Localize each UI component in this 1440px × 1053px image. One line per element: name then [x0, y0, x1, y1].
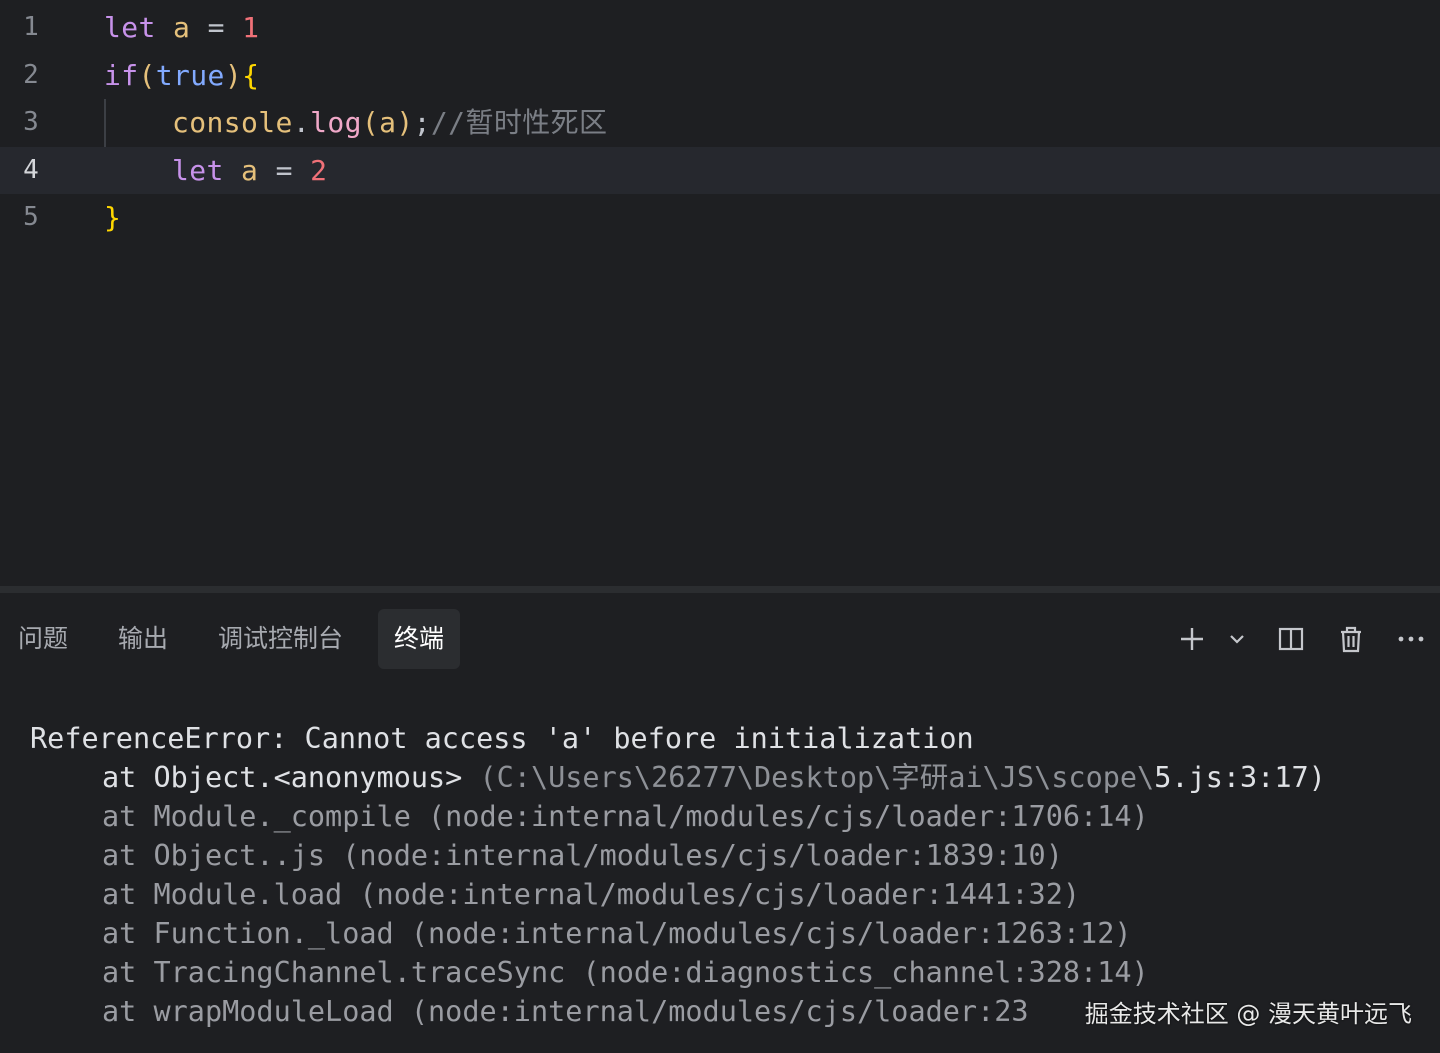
stack-frame: at Function._load (node:internal/modules…	[30, 914, 1430, 953]
stack-fn: at Object.<anonymous>	[102, 761, 463, 794]
stack-fn: at TracingChannel.traceSync	[102, 956, 566, 989]
stack-location: (node:internal/modules/cjs/loader:23	[393, 995, 1029, 1028]
identifier: console	[172, 106, 293, 139]
comment-marker: //	[430, 106, 466, 139]
number-literal: 1	[242, 11, 260, 44]
identifier: a	[173, 11, 191, 44]
panel-actions	[1160, 609, 1440, 669]
stack-location: (C:\Users\26277\Desktop\	[462, 761, 892, 794]
keyword: if	[104, 59, 139, 92]
paren: (	[138, 59, 156, 92]
identifier: a	[379, 106, 397, 139]
stack-frame: at Module.load (node:internal/modules/cj…	[30, 875, 1430, 914]
line-number: 2	[23, 60, 39, 90]
method-name: log	[310, 106, 362, 139]
tab-problems[interactable]: 问题	[2, 609, 84, 669]
identifier: a	[241, 154, 259, 187]
stack-frame: at Object..js (node:internal/modules/cjs…	[30, 836, 1430, 875]
stack-fn: at Module.load	[102, 878, 343, 911]
chevron-down-icon[interactable]	[1222, 624, 1252, 654]
tab-terminal[interactable]: 终端	[378, 609, 461, 669]
code-text: let a = 1	[104, 4, 259, 51]
line-number: 3	[23, 107, 39, 137]
code-line[interactable]: 5 }	[0, 194, 1440, 241]
code-line-current[interactable]: 4 let a = 2	[0, 147, 1440, 194]
tab-output[interactable]: 输出	[102, 609, 184, 669]
comment-text: 暂时性死区	[465, 106, 608, 139]
dot: .	[292, 106, 311, 139]
keyword: let	[172, 154, 224, 187]
code-text: let a = 2	[172, 147, 327, 194]
paren: (	[361, 106, 380, 139]
plus-icon[interactable]	[1177, 624, 1207, 654]
line-number: 5	[23, 202, 39, 232]
line-number: 1	[23, 12, 39, 42]
stack-location-file: 5.js:3:17)	[1154, 761, 1326, 794]
stack-location: (node:internal/modules/cjs/loader:1839:1…	[325, 839, 1063, 872]
boolean-literal: true	[155, 59, 225, 92]
code-text: console.log(a);//暂时性死区	[172, 99, 607, 146]
bottom-panel: 问题 输出 调试控制台 终端 ReferenceError: Cannot ac…	[0, 593, 1440, 1053]
stack-location: (node:internal/modules/cjs/loader:1263:1…	[393, 917, 1132, 950]
stack-frame: at TracingChannel.traceSync (node:diagno…	[30, 953, 1430, 992]
code-line[interactable]: 3 console.log(a);//暂时性死区	[0, 99, 1440, 146]
brace: {	[242, 59, 260, 92]
panel-resize-handle[interactable]	[0, 586, 1440, 593]
line-number: 4	[23, 155, 39, 185]
more-icon[interactable]	[1396, 624, 1426, 654]
code-editor[interactable]: 1 let a = 1 2 if(true){ 3 console.log(a)…	[0, 0, 1440, 586]
stack-frame: at Object.<anonymous> (C:\Users\26277\De…	[30, 758, 1430, 797]
brace: }	[104, 201, 122, 234]
paren: )	[396, 106, 414, 139]
stack-frame: at Module._compile (node:internal/module…	[30, 797, 1430, 836]
stack-location: (node:diagnostics_channel:328:14)	[565, 956, 1149, 989]
paren: )	[224, 59, 243, 92]
stack-location: (node:internal/modules/cjs/loader:1441:3…	[342, 878, 1081, 911]
stack-fn: at Module._compile	[102, 800, 411, 833]
stack-location: ai\JS\scope\	[948, 761, 1155, 794]
stack-location: (node:internal/modules/cjs/loader:1706:1…	[410, 800, 1149, 833]
code-text: if(true){	[104, 52, 259, 99]
code-text: }	[104, 194, 121, 241]
split-icon[interactable]	[1276, 624, 1306, 654]
keyword: let	[104, 11, 156, 44]
code-line[interactable]: 1 let a = 1	[0, 4, 1440, 51]
stack-fn: at wrapModuleLoad	[102, 995, 394, 1028]
operator: =	[207, 11, 225, 44]
stack-location-cjk: 字研	[891, 761, 949, 794]
error-message: ReferenceError: Cannot access 'a' before…	[30, 722, 974, 755]
stack-fn: at Object..js	[102, 839, 326, 872]
semicolon: ;	[413, 106, 431, 139]
operator: =	[275, 154, 293, 187]
number-literal: 2	[310, 154, 328, 187]
tab-debug-console[interactable]: 调试控制台	[202, 609, 359, 669]
stack-fn: at Function._load	[102, 917, 394, 950]
watermark: 掘金技术社区 @ 漫天黄叶远飞	[1084, 1000, 1412, 1028]
trash-icon[interactable]	[1336, 624, 1366, 654]
terminal-output[interactable]: ReferenceError: Cannot access 'a' before…	[30, 719, 1430, 1031]
code-line[interactable]: 2 if(true){	[0, 52, 1440, 99]
